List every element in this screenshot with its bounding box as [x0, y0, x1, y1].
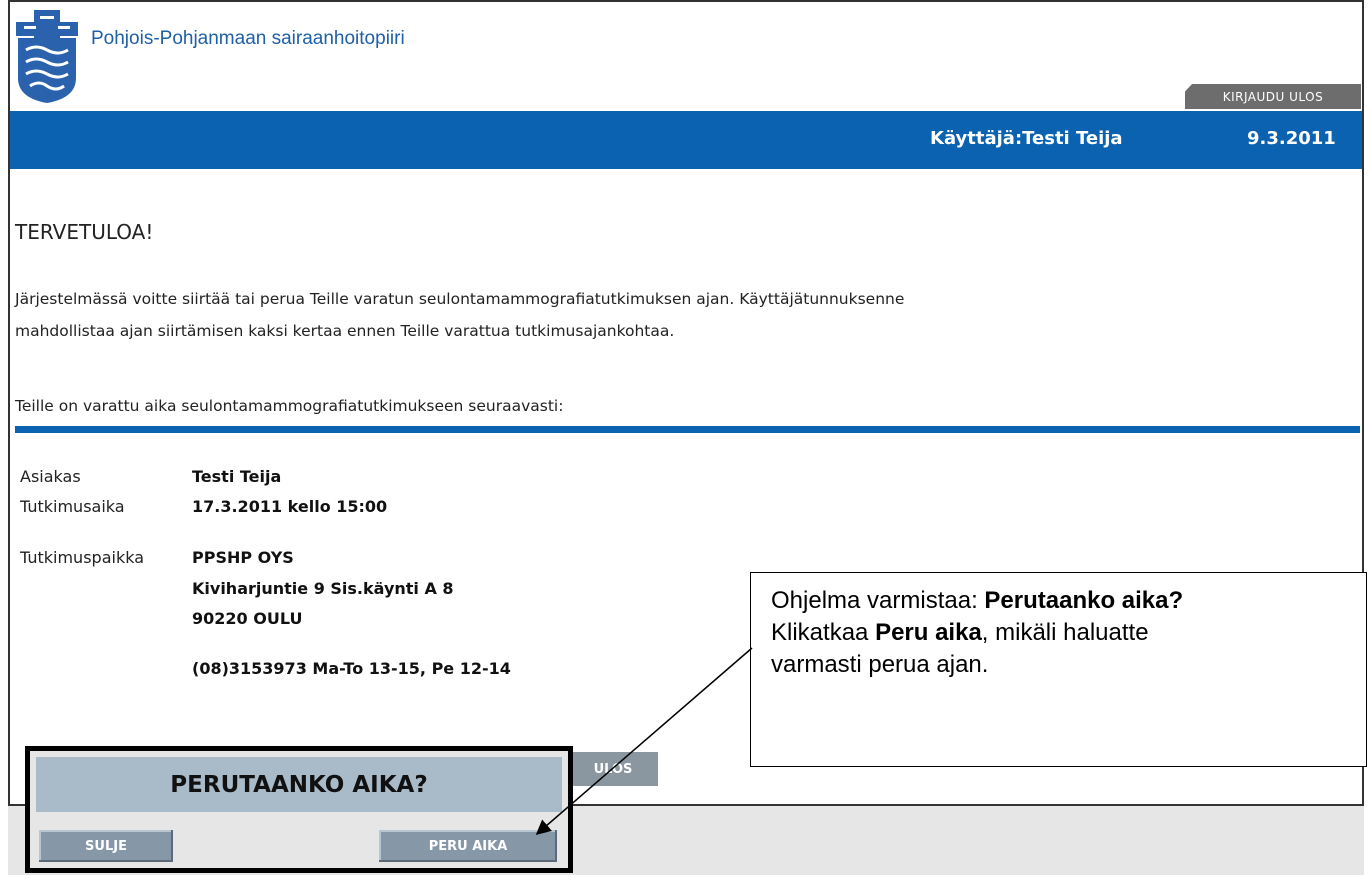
exam-place-line1: PPSHP OYS [192, 548, 294, 567]
exam-time-value: 17.3.2011 kello 15:00 [192, 497, 388, 516]
instruction-callout: Ohjelma varmistaa: Perutaanko aika? Klik… [750, 572, 1367, 767]
client-label: Asiakas [20, 467, 81, 486]
callout-line1: Ohjelma varmistaa: Perutaanko aika? [771, 587, 1184, 614]
cancel-confirmation-dialog: PERUTAANKO AIKA? SULJE PERU AIKA [25, 746, 573, 873]
current-date: 9.3.2011 [1247, 128, 1336, 149]
org-name: Pohjois-Pohjanmaan sairaanhoitopiiri [91, 28, 405, 49]
intro-text-line2: mahdollistaa ajan siirtämisen kaksi kert… [15, 322, 675, 340]
logout-button[interactable]: KIRJAUDU ULOS [1185, 84, 1361, 109]
welcome-heading: TERVETULOA! [15, 220, 154, 244]
section-divider [15, 426, 1360, 433]
intro-text-line1: Järjestelmässä voitte siirtää tai perua … [15, 290, 905, 308]
phone-hours: (08)3153973 Ma-To 13-15, Pe 12-14 [192, 659, 511, 678]
exam-time-label: Tutkimusaika [20, 497, 125, 516]
client-value: Testi Teija [192, 467, 282, 486]
dialog-title: PERUTAANKO AIKA? [36, 757, 562, 812]
user-bar: Käyttäjä:Testi Teija 9.3.2011 [10, 111, 1362, 169]
user-label: Käyttäjä:Testi Teija [930, 128, 1123, 149]
callout-line2: Klikatkaa Peru aika, mikäli haluatte [771, 619, 1149, 646]
close-button[interactable]: SULJE [39, 830, 173, 862]
cancel-appointment-button[interactable]: PERU AIKA [379, 830, 557, 862]
reservation-intro: Teille on varattu aika seulontamammograf… [15, 397, 564, 415]
logout-button-bottom[interactable]: ULOS [568, 752, 658, 786]
exam-place-line3: 90220 OULU [192, 609, 303, 628]
callout-line3: varmasti perua ajan. [771, 651, 989, 678]
hospital-district-logo [16, 10, 78, 103]
exam-place-label: Tutkimuspaikka [20, 548, 144, 567]
exam-place-line2: Kiviharjuntie 9 Sis.käynti A 8 [192, 579, 454, 598]
